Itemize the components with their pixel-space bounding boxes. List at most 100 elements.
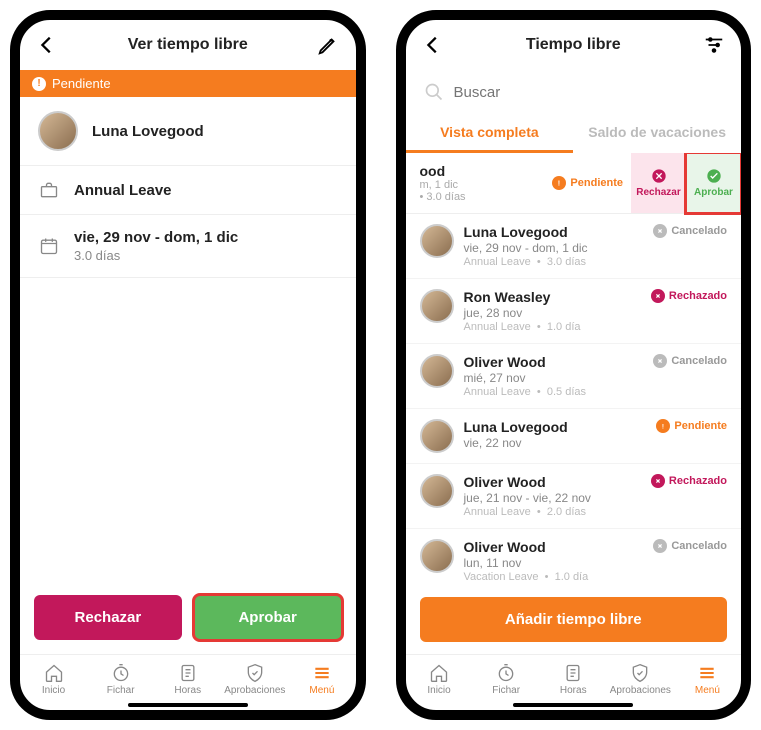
status-badge: Rechazado [651, 474, 727, 488]
detail-content: Luna Lovegood Annual Leave vie, 29 nov -… [20, 97, 356, 581]
status-badge: Cancelado [653, 354, 727, 368]
list-item-date: jue, 28 nov [464, 306, 641, 320]
search-bar[interactable] [406, 70, 742, 114]
status-banner: ! Pendiente [20, 70, 356, 97]
avatar [420, 419, 454, 453]
approve-button[interactable]: Aprobar [194, 595, 342, 640]
tab-balance[interactable]: Saldo de vacaciones [573, 114, 741, 153]
search-input[interactable] [454, 84, 724, 101]
list-item-name: Ron Weasley [464, 289, 641, 305]
back-icon[interactable] [422, 34, 444, 56]
status-text: Cancelado [671, 540, 727, 552]
status-badge: Cancelado [653, 539, 727, 553]
list-item-name: Luna Lovegood [464, 224, 644, 240]
page-title: Ver tiempo libre [128, 36, 248, 54]
list-item[interactable]: Luna Lovegood vie, 22 nov ! Pendiente [406, 409, 742, 464]
list-item[interactable]: Luna Lovegood vie, 29 nov - dom, 1 dic A… [406, 214, 742, 279]
list-item[interactable]: Oliver Wood lun, 11 nov Vacation Leave •… [406, 529, 742, 585]
avatar [420, 354, 454, 388]
list-item-name: Luna Lovegood [464, 419, 647, 435]
header: Tiempo libre [406, 20, 742, 70]
status-text: Rechazado [669, 475, 727, 487]
list-item-meta: Vacation Leave • 1.0 día [464, 571, 644, 583]
swipe-reject-button[interactable]: Rechazar [631, 153, 686, 213]
tab-approvals[interactable]: Aprobaciones [221, 659, 288, 700]
phone-list-view: Tiempo libre Vista completa Saldo de vac… [396, 10, 752, 720]
date-range: vie, 29 nov - dom, 1 dic [74, 229, 238, 246]
tab-menu[interactable]: Menú [674, 659, 741, 700]
tab-approvals[interactable]: Aprobaciones [607, 659, 674, 700]
status-icon [653, 354, 667, 368]
status-icon [651, 474, 665, 488]
swipe-approve-button[interactable]: Aprobar [686, 153, 741, 213]
back-icon[interactable] [36, 34, 58, 56]
info-icon: ! [32, 77, 46, 91]
tab-clock[interactable]: Fichar [87, 659, 154, 700]
view-tabs: Vista completa Saldo de vacaciones [406, 114, 742, 153]
tab-home[interactable]: Inicio [20, 659, 87, 700]
list-content[interactable]: ood m, 1 dic • 3.0 días ! Pendiente Rech… [406, 153, 742, 585]
status-icon [653, 224, 667, 238]
tab-bar: Inicio Fichar Horas Aprobaciones Menú [406, 654, 742, 710]
list-item-meta: Annual Leave • 2.0 días [464, 506, 641, 518]
swiped-item[interactable]: ood m, 1 dic • 3.0 días ! Pendiente Rech… [406, 153, 742, 214]
calendar-icon [38, 236, 60, 256]
tab-hours[interactable]: Horas [540, 659, 607, 700]
list-item[interactable]: Oliver Wood jue, 21 nov - vie, 22 nov An… [406, 464, 742, 529]
status-text: Cancelado [671, 225, 727, 237]
list-item-meta: Annual Leave • 1.0 día [464, 321, 641, 333]
briefcase-icon [38, 180, 60, 200]
duration: 3.0 días [74, 248, 238, 263]
svg-text:!: ! [558, 179, 560, 187]
avatar [420, 289, 454, 323]
status-badge: Cancelado [653, 224, 727, 238]
status-badge: ! Pendiente [656, 419, 727, 433]
header: Ver tiempo libre [20, 20, 356, 70]
swiped-item-body: ood m, 1 dic • 3.0 días [406, 153, 553, 213]
list-item[interactable]: Ron Weasley jue, 28 nov Annual Leave • 1… [406, 279, 742, 344]
status-icon [651, 289, 665, 303]
home-indicator [513, 703, 633, 707]
leave-type: Annual Leave [74, 182, 172, 199]
add-time-off-button[interactable]: Añadir tiempo libre [420, 597, 728, 642]
user-row: Luna Lovegood [20, 97, 356, 166]
list-item-date: vie, 29 nov - dom, 1 dic [464, 241, 644, 255]
info-icon: ! [552, 176, 566, 190]
status-badge: Rechazado [651, 289, 727, 303]
user-name: Luna Lovegood [92, 123, 204, 140]
status-badge: ! Pendiente [552, 176, 631, 190]
tab-full-view[interactable]: Vista completa [406, 114, 574, 153]
tab-home[interactable]: Inicio [406, 659, 473, 700]
filter-icon[interactable] [703, 34, 725, 56]
list-item-name: Oliver Wood [464, 539, 644, 555]
status-text: Cancelado [671, 355, 727, 367]
status-text: Pendiente [674, 420, 727, 432]
list-item-name: Oliver Wood [464, 474, 641, 490]
date-row: vie, 29 nov - dom, 1 dic 3.0 días [20, 215, 356, 278]
list-item[interactable]: Oliver Wood mié, 27 nov Annual Leave • 0… [406, 344, 742, 409]
reject-button[interactable]: Rechazar [34, 595, 182, 640]
tab-menu[interactable]: Menú [288, 659, 355, 700]
tab-bar: Inicio Fichar Horas Aprobaciones Menú [20, 654, 356, 710]
avatar [420, 224, 454, 258]
avatar [38, 111, 78, 151]
leave-type-row: Annual Leave [20, 166, 356, 215]
svg-text:!: ! [662, 423, 664, 430]
list-item-date: vie, 22 nov [464, 436, 647, 450]
search-icon [424, 82, 444, 102]
home-indicator [128, 703, 248, 707]
phone-detail-view: Ver tiempo libre ! Pendiente Luna Lovego… [10, 10, 366, 720]
list-item-date: jue, 21 nov - vie, 22 nov [464, 491, 641, 505]
list-item-meta: Annual Leave • 0.5 días [464, 386, 644, 398]
list-item-date: lun, 11 nov [464, 556, 644, 570]
list-item-meta: Annual Leave • 3.0 días [464, 256, 644, 268]
edit-icon[interactable] [317, 34, 339, 56]
avatar [420, 474, 454, 508]
action-buttons: Rechazar Aprobar [20, 581, 356, 654]
page-title: Tiempo libre [526, 36, 621, 54]
status-icon [653, 539, 667, 553]
avatar [420, 539, 454, 573]
tab-clock[interactable]: Fichar [473, 659, 540, 700]
status-text: Rechazado [669, 290, 727, 302]
tab-hours[interactable]: Horas [154, 659, 221, 700]
